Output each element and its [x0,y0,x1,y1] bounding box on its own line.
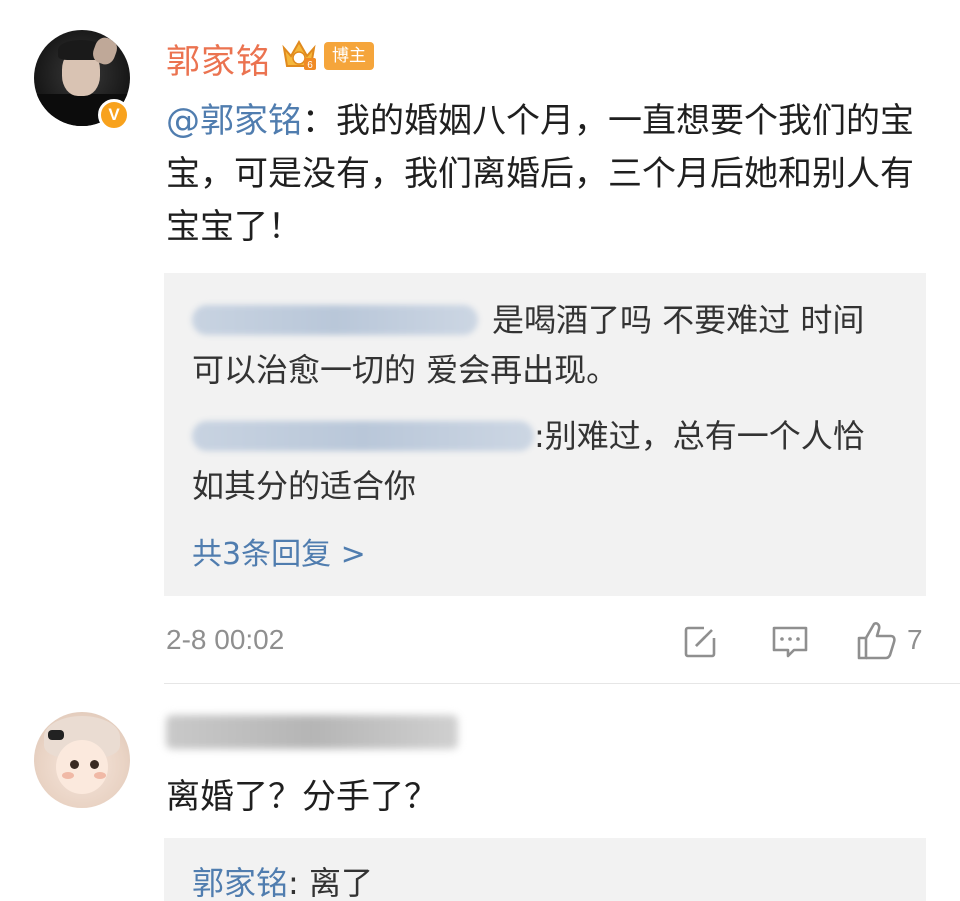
reply-separator: : [288,864,309,901]
thumbs-up-icon [857,622,896,660]
reply-box: 是喝酒了吗 不要难过 时间可以治愈一切的 爱会再出现。 :别难过，总有一个人恰如… [164,273,926,596]
mention-link[interactable]: @郭家铭 [166,101,302,141]
avatar-eye [70,760,79,769]
blogger-badge: 博主 [324,42,374,70]
mention-separator: ： [302,101,336,141]
comment-text: @郭家铭：我的婚姻八个月，一直想要个我们的宝宝，可是没有，我们离婚后，三个月后她… [166,95,926,254]
like-button[interactable]: 7 [855,620,935,660]
reply-item[interactable]: 郭家铭: 离了 [192,858,373,901]
reply-box: 郭家铭: 离了 [164,838,926,901]
avatar-blush [94,772,106,779]
author-name[interactable]: 郭家铭 [166,34,271,83]
blurred-username[interactable] [166,715,458,749]
verified-badge: V [98,99,130,131]
reply-item[interactable]: 是喝酒了吗 不要难过 时间可以治愈一切的 爱会再出现。 [192,295,892,395]
reply-text: 离了 [308,864,373,901]
crown-icon: 6 [282,39,316,71]
avatar-blush [62,772,74,779]
avatar[interactable] [34,712,130,808]
svg-text:6: 6 [307,60,313,71]
divider [164,683,960,684]
blurred-username [192,305,478,335]
like-count: 7 [907,624,923,655]
avatar-bow [48,730,64,740]
share-icon [684,624,720,658]
reply-item[interactable]: :别难过，总有一个人恰如其分的适合你 [192,411,892,511]
reply-author[interactable]: 郭家铭 [192,864,288,901]
comment-text: 离婚了？分手了？ [166,777,438,817]
comment-icon [772,626,808,658]
blurred-username [192,421,534,451]
avatar-face [56,740,108,794]
more-replies-link[interactable]: 共3条回复 > [192,535,366,575]
share-button[interactable] [682,620,722,660]
avatar-eye [90,760,99,769]
comment-button[interactable] [770,620,810,660]
comment-timestamp: 2-8 00:02 [166,624,285,655]
